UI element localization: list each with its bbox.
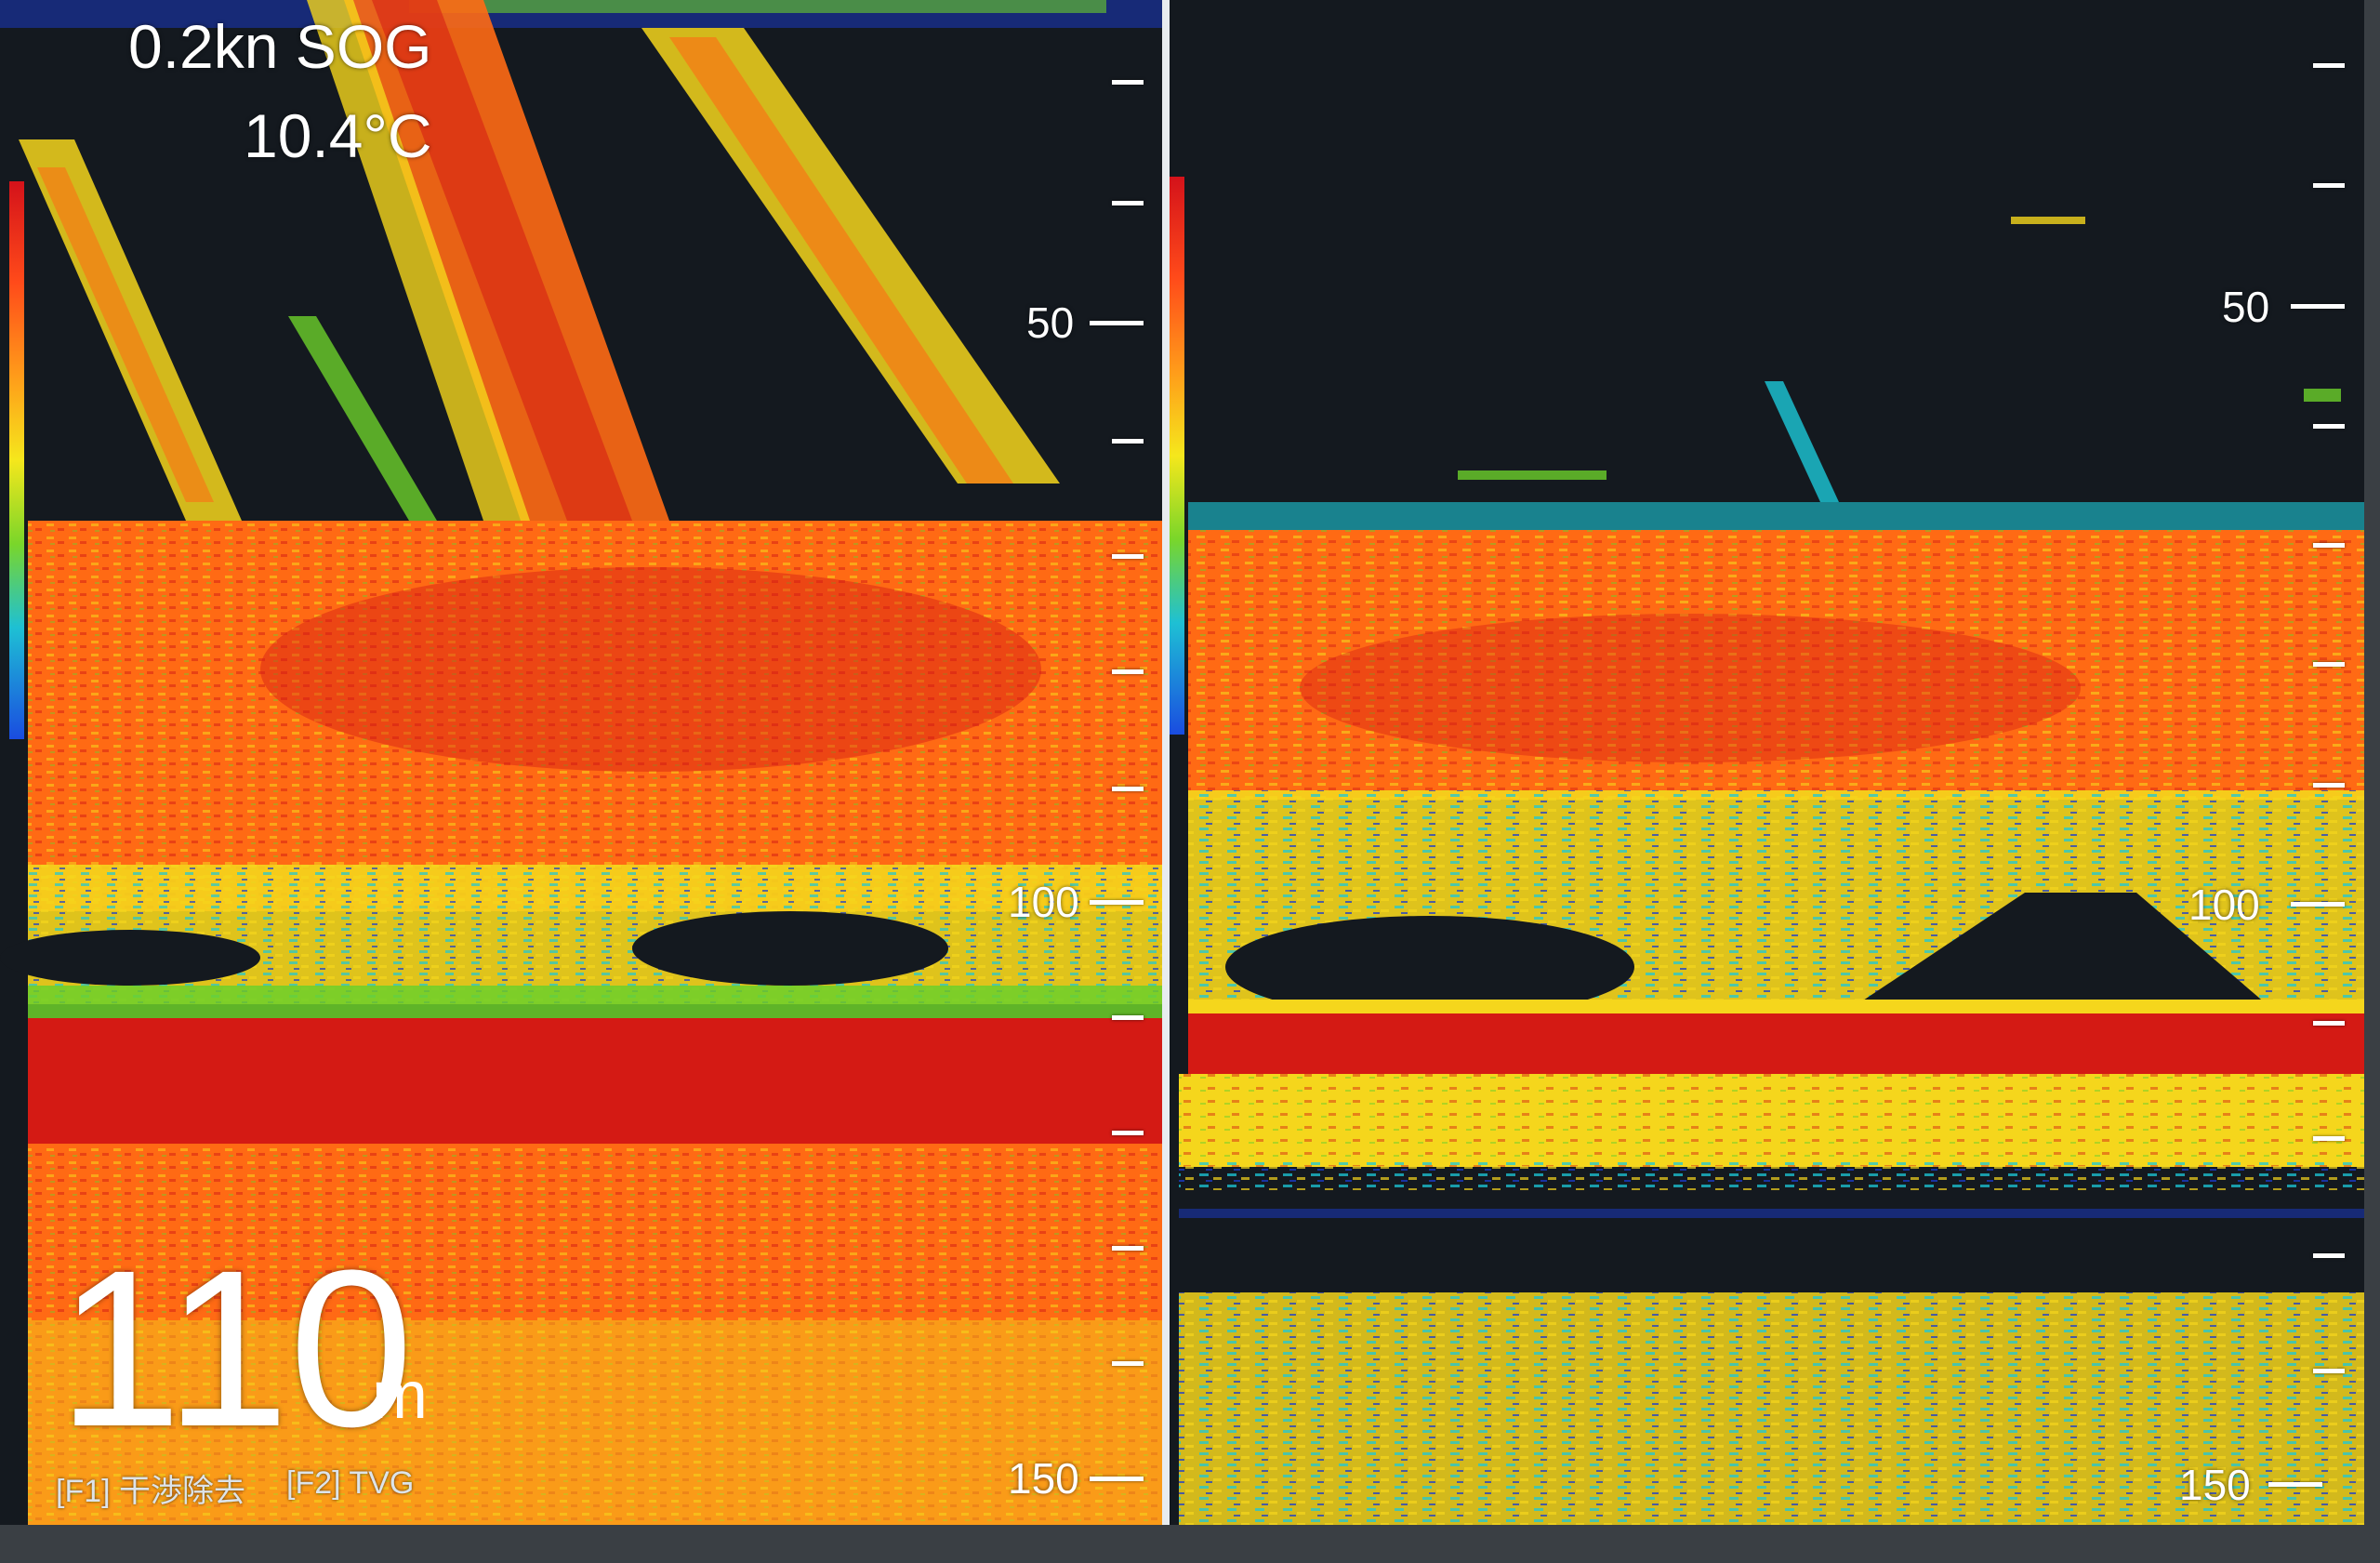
depth-tick	[2291, 902, 2345, 907]
depth-tick	[1112, 554, 1144, 559]
panel-divider	[1162, 0, 1170, 1525]
depth-tick	[1112, 1015, 1144, 1020]
screen-bezel-right	[2364, 0, 2380, 1563]
color-scale-left	[9, 181, 24, 739]
depth-tick	[2313, 1136, 2345, 1141]
depth-tick	[2291, 304, 2345, 309]
depth-tick	[1112, 669, 1144, 674]
screen-bezel-bottom	[0, 1525, 2380, 1563]
depth-tick	[1112, 1361, 1144, 1366]
depth-tick	[2313, 543, 2345, 548]
depth-tick	[2313, 183, 2345, 188]
depth-label-150-left: 150	[1008, 1454, 1079, 1503]
depth-tick	[1112, 439, 1144, 444]
fishfinder-screen: 50 100 150 50 100 150 0.2kn SOG 10.4°C 1…	[0, 0, 2380, 1563]
color-scale-right	[1170, 177, 1184, 735]
depth-label-50-right: 50	[2222, 283, 2270, 331]
depth-label-50-left: 50	[1026, 298, 1075, 347]
depth-readout: 110	[58, 1224, 414, 1473]
depth-tick	[1090, 1477, 1144, 1481]
depth-tick	[2313, 1253, 2345, 1258]
depth-tick	[2268, 1482, 2322, 1487]
speed-over-ground-readout: 0.2kn SOG	[128, 12, 432, 81]
depth-tick	[2313, 662, 2345, 667]
depth-label-100-left: 100	[1008, 878, 1079, 926]
depth-tick	[1112, 1131, 1144, 1135]
depth-tick	[2313, 1369, 2345, 1373]
echogram-right-image	[1179, 217, 2364, 1525]
depth-tick	[1090, 321, 1144, 325]
depth-tick	[1112, 201, 1144, 205]
depth-tick	[1112, 80, 1144, 85]
depth-tick	[1090, 900, 1144, 905]
depth-tick	[2313, 63, 2345, 68]
depth-tick	[2313, 424, 2345, 429]
depth-label-150-right: 150	[2179, 1461, 2251, 1509]
f2-tvg-key[interactable]: [F2] TVG	[286, 1465, 414, 1502]
water-temperature-readout: 10.4°C	[244, 101, 432, 170]
depth-tick	[1112, 787, 1144, 791]
depth-tick	[2313, 783, 2345, 788]
depth-label-100-right: 100	[2188, 881, 2260, 929]
echogram-right-panel	[1170, 0, 2364, 1525]
depth-unit: m	[372, 1358, 428, 1433]
depth-tick	[2313, 1021, 2345, 1026]
f1-interference-rejection-key[interactable]: [F1] 干渉除去	[56, 1465, 245, 1511]
depth-tick	[1112, 1246, 1144, 1251]
